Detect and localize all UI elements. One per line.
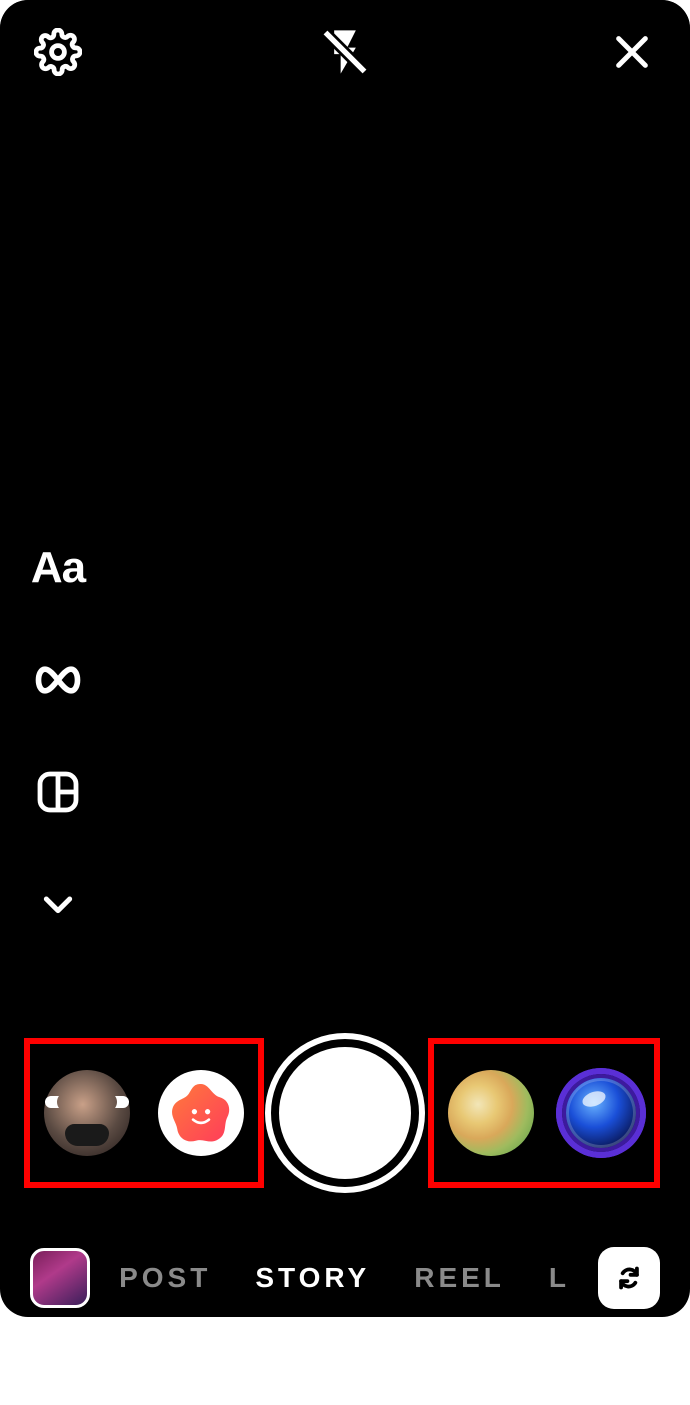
- shutter-button[interactable]: [271, 1039, 419, 1187]
- mode-reel[interactable]: REEL: [414, 1262, 505, 1294]
- layout-icon: [34, 768, 82, 816]
- flash-off-icon: [319, 26, 371, 78]
- close-button[interactable]: [604, 24, 660, 80]
- expand-tools-button[interactable]: [30, 876, 86, 932]
- filter-face-mask[interactable]: [44, 1070, 130, 1156]
- gallery-button[interactable]: [30, 1248, 90, 1308]
- filter-camera-lens[interactable]: [562, 1074, 640, 1152]
- gear-icon: [34, 28, 82, 76]
- bottom-bar: POST STORY REEL LIVE: [0, 1240, 690, 1316]
- boomerang-tool-button[interactable]: [30, 652, 86, 708]
- filter-carousel[interactable]: [0, 1036, 690, 1190]
- filter-star-smile[interactable]: [158, 1070, 244, 1156]
- filter-gradient-orb[interactable]: [448, 1070, 534, 1156]
- side-tools: Aa: [30, 540, 86, 932]
- mode-story[interactable]: STORY: [255, 1262, 370, 1294]
- chevron-down-icon: [38, 884, 78, 924]
- flash-toggle-button[interactable]: [317, 24, 373, 80]
- camera-viewport: Aa: [0, 0, 690, 1317]
- top-bar: [0, 22, 690, 82]
- mode-live[interactable]: LIVE: [549, 1262, 569, 1294]
- close-icon: [612, 32, 652, 72]
- settings-button[interactable]: [30, 24, 86, 80]
- highlight-box-right: [428, 1038, 660, 1188]
- star-blob-icon: [168, 1080, 234, 1146]
- switch-camera-icon: [610, 1259, 648, 1297]
- text-tool-button[interactable]: Aa: [30, 540, 86, 596]
- infinity-icon: [32, 654, 84, 706]
- layout-tool-button[interactable]: [30, 764, 86, 820]
- mode-selector[interactable]: POST STORY REEL LIVE: [90, 1262, 598, 1294]
- mode-post[interactable]: POST: [119, 1262, 211, 1294]
- highlight-box-left: [24, 1038, 264, 1188]
- switch-camera-button[interactable]: [598, 1247, 660, 1309]
- camera-viewfinder[interactable]: Aa: [0, 0, 690, 1228]
